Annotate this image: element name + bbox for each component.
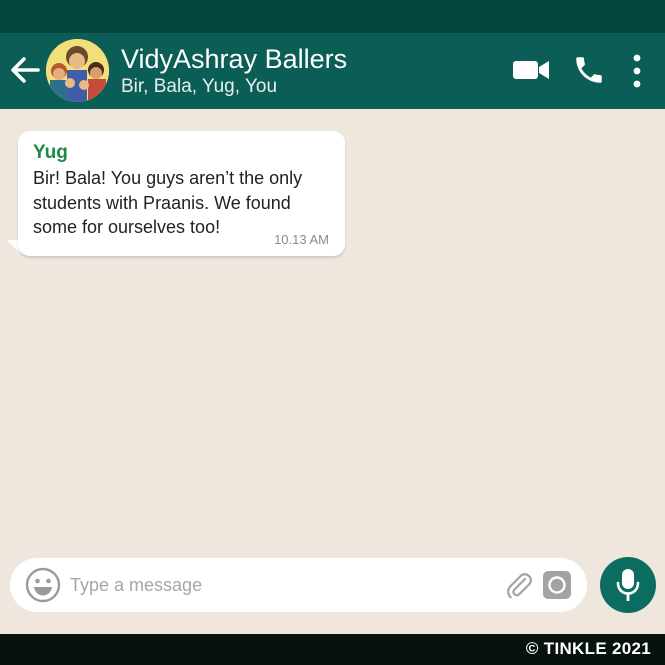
chat-area[interactable]: Yug Bir! Bala! You guys aren’t the only … xyxy=(0,109,665,557)
phone-icon[interactable] xyxy=(572,53,606,87)
message-input[interactable] xyxy=(70,572,470,598)
message-composer xyxy=(10,558,587,612)
video-call-icon[interactable] xyxy=(512,57,550,83)
back-arrow-icon[interactable] xyxy=(8,53,42,87)
status-bar xyxy=(0,0,665,33)
camera-icon[interactable] xyxy=(542,570,572,600)
chat-header: VidyAshray Ballers Bir, Bala, Yug, You xyxy=(0,33,665,109)
copyright-text: © TINKLE 2021 xyxy=(525,639,651,658)
microphone-icon xyxy=(616,569,640,601)
message-text: Bir! Bala! You guys aren’t the only stud… xyxy=(33,168,303,237)
message-timestamp: 10.13 AM xyxy=(274,232,329,247)
paperclip-icon[interactable] xyxy=(504,570,534,600)
chat-members[interactable]: Bir, Bala, Yug, You xyxy=(121,76,277,98)
emoji-icon[interactable] xyxy=(25,567,61,603)
group-avatar[interactable] xyxy=(46,39,109,102)
footer-bar: © TINKLE 2021 xyxy=(0,634,665,665)
chat-title[interactable]: VidyAshray Ballers xyxy=(121,44,347,74)
message-bubble[interactable]: Yug Bir! Bala! You guys aren’t the only … xyxy=(18,131,345,256)
more-vertical-icon[interactable] xyxy=(630,53,644,89)
voice-message-button[interactable] xyxy=(600,557,656,613)
message-sender: Yug xyxy=(33,142,68,163)
